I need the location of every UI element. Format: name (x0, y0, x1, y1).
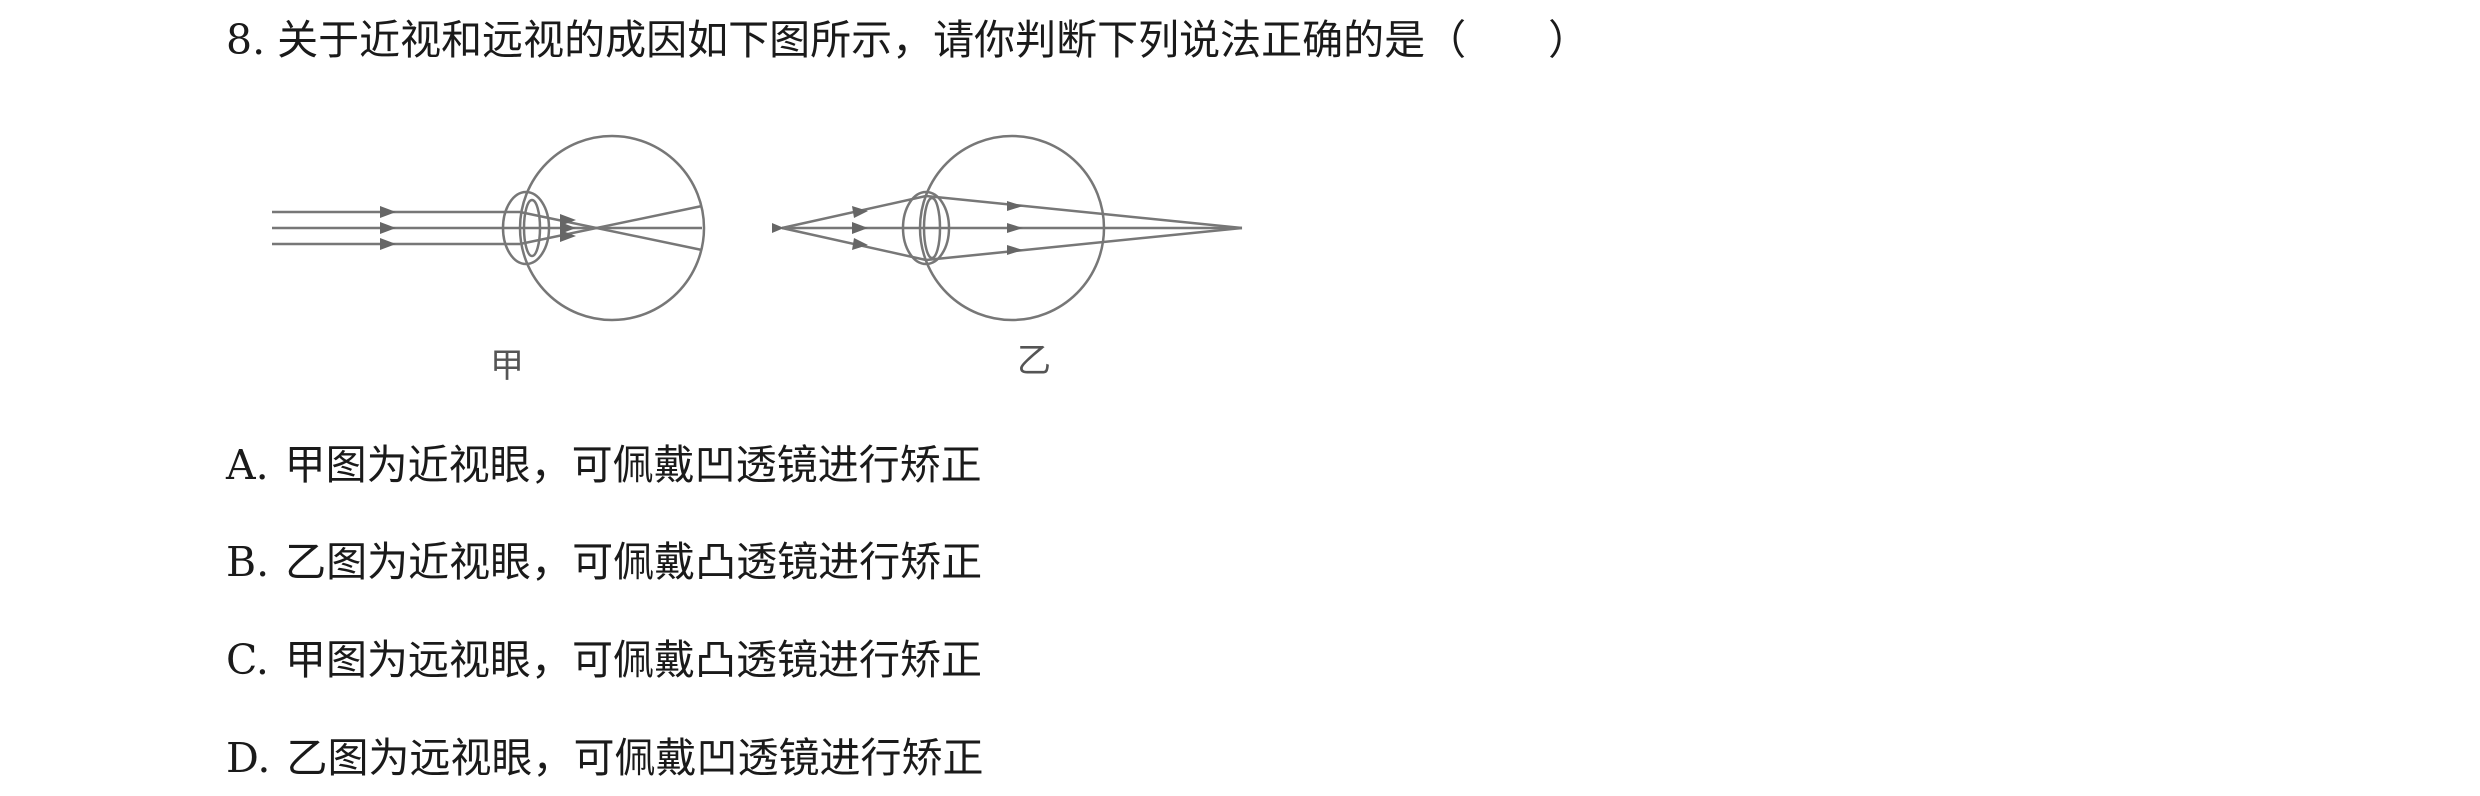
option-b[interactable]: B. 乙图为近视眼，可佩戴凸透镜进行矫正 (226, 532, 982, 592)
left-eye-figure (272, 134, 706, 322)
question-text: 关于近视和远视的成因如下图所示，请你判断下列说法正确的是（ ） (277, 16, 1590, 64)
option-letter: D. (226, 734, 271, 782)
option-text: 甲图为近视眼，可佩戴凹透镜进行矫正 (284, 441, 982, 489)
option-d[interactable]: D. 乙图为远视眼，可佩戴凹透镜进行矫正 (226, 728, 983, 788)
option-text: 乙图为近视眼，可佩戴凸透镜进行矫正 (285, 538, 983, 586)
option-text: 乙图为远视眼，可佩戴凹透镜进行矫正 (286, 734, 984, 782)
option-text: 甲图为远视眼，可佩戴凸透镜进行矫正 (284, 636, 982, 684)
option-letter: A. (226, 441, 269, 489)
question-number: 8. (226, 16, 266, 64)
eye-diagram: 甲 乙 (262, 120, 1262, 390)
right-figure-label: 乙 (1017, 341, 1051, 381)
left-figure-label: 甲 (490, 346, 524, 386)
option-c[interactable]: C. 甲图为远视眼，可佩戴凸透镜进行矫正 (226, 630, 982, 690)
eye-diagram-svg: 甲 乙 (272, 134, 1243, 386)
option-letter: B. (226, 538, 270, 586)
option-a[interactable]: A. 甲图为近视眼，可佩戴凹透镜进行矫正 (226, 435, 982, 495)
option-letter: C. (226, 636, 269, 684)
question-stem: 8. 关于近视和远视的成因如下图所示，请你判断下列说法正确的是（ ） (226, 10, 1589, 70)
